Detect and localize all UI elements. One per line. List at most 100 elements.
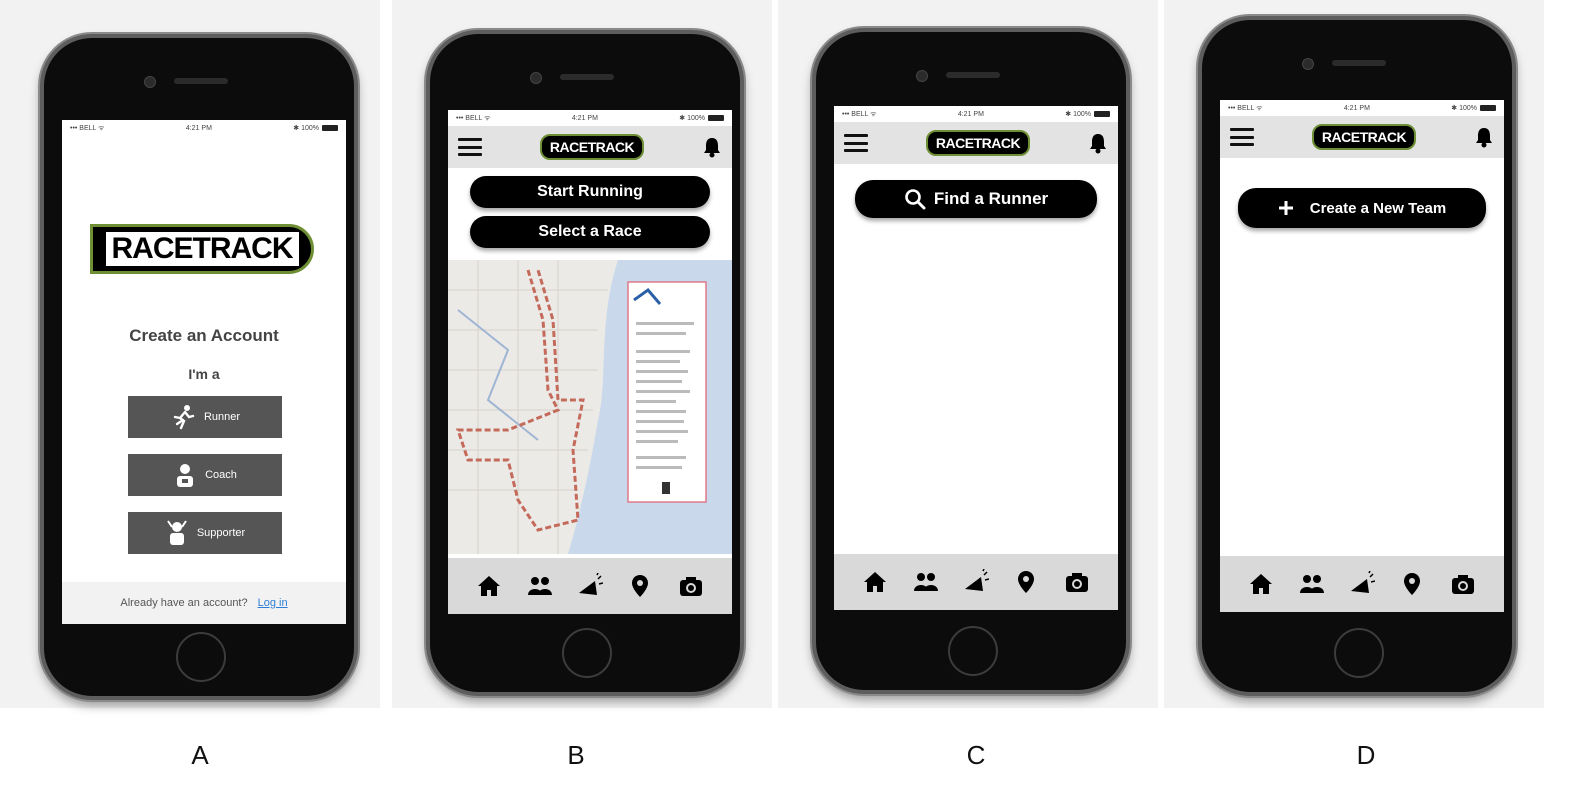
caption-d: D [1356,740,1376,770]
supporter-button[interactable]: Supporter [128,512,282,554]
team-icon[interactable] [1299,571,1325,597]
top-nav-bar: RACETRACK [448,126,732,168]
camera-icon[interactable] [678,573,704,599]
home-button[interactable] [1334,628,1384,678]
megaphone-icon[interactable] [1349,571,1375,597]
camera-icon[interactable] [1450,571,1476,597]
status-carrier: ••• BELL ᯤ [1228,104,1263,112]
earpiece-speaker [946,72,1000,78]
location-pin-icon[interactable] [1399,571,1425,597]
status-carrier: ••• BELL ᯤ [70,124,105,132]
status-carrier: ••• BELL ᯤ [456,114,491,122]
bell-icon[interactable] [1474,126,1494,148]
caption-c: C [966,740,986,770]
page-title: Create an Account [129,326,279,345]
runner-label: Runner [203,411,241,423]
megaphone-icon[interactable] [963,569,989,595]
home-button[interactable] [176,632,226,682]
logo-text: RACETRACK [1311,124,1417,150]
phone-a: ••• BELL ᯤ 4:21 PM ✱ 100% RACETRACK Crea… [40,34,358,700]
phone-c: ••• BELL ᯤ 4:21 PM ✱ 100% RACETRACK Find… [812,28,1130,694]
location-pin-icon[interactable] [627,573,653,599]
caption-a: A [191,740,209,770]
panel-b: ••• BELL ᯤ 4:21 PM ✱ 100% RACETRACK Star… [392,0,772,798]
login-link[interactable]: Log in [258,597,288,609]
home-icon[interactable] [862,569,888,595]
status-time: 4:21 PM [185,124,212,132]
find-runner-button[interactable]: Find a Runner [855,180,1097,218]
location-pin-icon[interactable] [1013,569,1039,595]
front-camera [916,70,928,82]
status-bar: ••• BELL ᯤ 4:21 PM ✱ 100% [62,120,346,136]
status-battery: ✱ 100% [1451,104,1496,112]
front-camera [144,76,156,88]
page-subtitle: I'm a [188,366,220,382]
screen-c: ••• BELL ᯤ 4:21 PM ✱ 100% RACETRACK Find… [834,106,1118,610]
battery-icon [321,125,338,132]
status-battery: ✱ 100% [1065,110,1110,118]
select-race-label: Select a Race [538,223,642,240]
search-icon [905,189,926,210]
runner-icon [173,405,195,430]
supporter-label: Supporter [196,527,246,539]
top-nav-bar: RACETRACK [834,122,1118,164]
status-time: 4:21 PM [1343,104,1370,112]
app-logo: RACETRACK [90,224,314,274]
panel-a: ••• BELL ᯤ 4:21 PM ✱ 100% RACETRACK Crea… [0,0,380,798]
plus-icon [1278,201,1293,215]
phone-b: ••• BELL ᯤ 4:21 PM ✱ 100% RACETRACK Star… [426,30,744,696]
status-battery: ✱ 100% [679,114,724,122]
home-icon[interactable] [1248,571,1274,597]
battery-text: ✱ 100% [293,125,319,132]
screen-d: ••• BELL ᯤ 4:21 PM ✱ 100% RACETRACK Crea… [1220,100,1504,612]
home-button[interactable] [948,626,998,676]
start-running-label: Start Running [537,183,643,200]
bottom-tab-bar [834,554,1118,610]
battery-icon [1093,111,1110,118]
coach-icon [177,464,194,487]
hamburger-menu-icon[interactable] [458,138,482,156]
caption-b: B [567,740,585,770]
panel-c: ••• BELL ᯤ 4:21 PM ✱ 100% RACETRACK Find… [778,0,1158,798]
bell-icon[interactable] [1088,132,1108,154]
create-team-label: Create a New Team [1309,199,1447,217]
runner-button[interactable]: Runner [128,396,282,438]
home-button[interactable] [562,628,612,678]
megaphone-icon[interactable] [577,573,603,599]
front-camera [530,72,542,84]
battery-icon [707,115,724,122]
logo-text: RACETRACK [105,232,299,266]
find-runner-label: Find a Runner [933,189,1049,208]
top-nav-bar: RACETRACK [1220,116,1504,158]
bell-icon[interactable] [702,136,722,158]
race-route-map[interactable] [448,260,732,554]
select-race-button[interactable]: Select a Race [470,216,710,248]
camera-icon[interactable] [1064,569,1090,595]
logo-text: RACETRACK [539,134,645,160]
create-team-button[interactable]: Create a New Team [1238,188,1486,228]
status-bar: ••• BELL ᯤ 4:21 PM ✱ 100% [834,106,1118,122]
screen-b: ••• BELL ᯤ 4:21 PM ✱ 100% RACETRACK Star… [448,110,732,614]
battery-text: ✱ 100% [1451,105,1477,112]
battery-icon [1479,105,1496,112]
marathon-map-graphic [448,260,732,554]
coach-button[interactable]: Coach [128,454,282,496]
earpiece-speaker [174,78,228,84]
phone-d: ••• BELL ᯤ 4:21 PM ✱ 100% RACETRACK Crea… [1198,16,1516,696]
home-icon[interactable] [476,573,502,599]
battery-text: ✱ 100% [1065,111,1091,118]
team-icon[interactable] [913,569,939,595]
footer-text: Already have an account? [120,597,248,609]
front-camera [1302,58,1314,70]
bottom-tab-bar [448,558,732,614]
hamburger-menu-icon[interactable] [844,134,868,152]
team-icon[interactable] [527,573,553,599]
status-bar: ••• BELL ᯤ 4:21 PM ✱ 100% [1220,100,1504,116]
logo-text: RACETRACK [925,130,1031,156]
status-carrier: ••• BELL ᯤ [842,110,877,118]
hamburger-menu-icon[interactable] [1230,128,1254,146]
bottom-tab-bar [1220,556,1504,612]
start-running-button[interactable]: Start Running [470,176,710,208]
login-footer: Already have an account? Log in [62,582,346,624]
status-battery: ✱ 100% [293,124,338,132]
